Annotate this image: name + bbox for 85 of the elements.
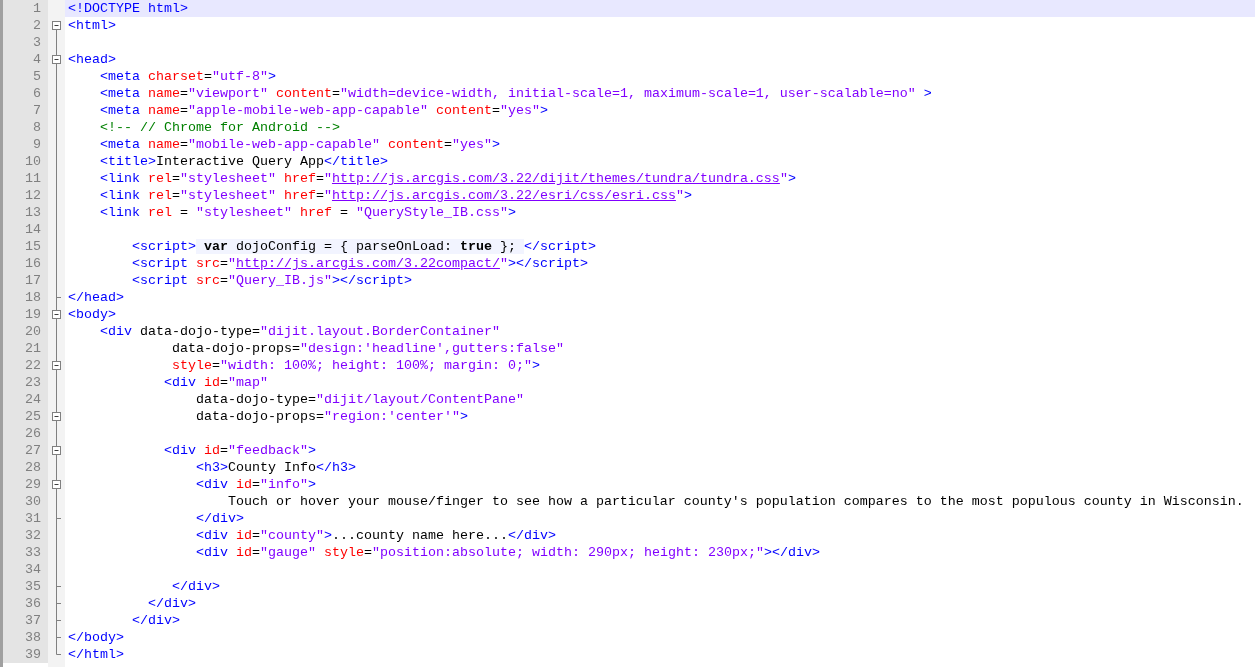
code-line: </div> [194, 511, 244, 526]
code-line: <h3>County Info</h3> [194, 460, 356, 475]
line-number: 3 [3, 34, 48, 51]
line-number: 20 [3, 323, 48, 340]
line-number: 9 [3, 136, 48, 153]
line-number: 31 [3, 510, 48, 527]
line-number: 17 [3, 272, 48, 289]
code-line: <script src="Query_IB.js"></script> [131, 273, 412, 288]
line-number: 13 [3, 204, 48, 221]
fold-collapse-icon[interactable] [52, 21, 61, 34]
line-number: 5 [3, 68, 48, 85]
code-line: <link rel="stylesheet" href="http://js.arcgis.com/3.22/dijit/themes/tundra/tundra.css"> [99, 171, 796, 186]
code-line: <!-- // Chrome for Android --> [99, 120, 340, 135]
line-number: 35 [3, 578, 48, 595]
line-number: 7 [3, 102, 48, 119]
code-line: <link rel = "stylesheet" href = "QueryStyle_IB.css"> [99, 205, 516, 220]
code-line: <link rel="stylesheet" href="http://js.arcgis.com/3.22/esri/css/esri.css"> [99, 188, 692, 203]
fold-collapse-icon[interactable] [52, 408, 61, 425]
code-line: </body> [68, 630, 124, 645]
fold-collapse-icon[interactable] [52, 306, 61, 323]
code-line: <script> var dojoConfig = { parseOnLoad: true }; </script> [131, 239, 596, 254]
line-number: 29 [3, 476, 48, 493]
line-number: 2 [3, 17, 48, 34]
code-line: <div id="feedback"> [162, 443, 316, 458]
line-number: 28 [3, 459, 48, 476]
line-number: 16 [3, 255, 48, 272]
code-line: <title>Interactive Query App</title> [99, 154, 388, 169]
line-number: 38 [3, 629, 48, 646]
code-line: </head> [68, 290, 124, 305]
code-line: <div id="county">...county name here...</div> [194, 528, 556, 543]
line-number: 22 [3, 357, 48, 374]
code-line: <meta name="viewport" content="width=device-width, initial-scale=1, maximum-scale=1, user-scalable=no" > [99, 86, 932, 101]
code-line: data-dojo-props="design:'headline',gutters:false" [170, 341, 564, 356]
line-number: 19 [3, 306, 48, 323]
code-line: data-dojo-props="region:'center'"> [194, 409, 468, 424]
code-line: <body> [68, 307, 116, 322]
code-line: Touch or hover your mouse/finger to see how a particular county's population compares to the most populous county in Wisconsin. [226, 494, 1244, 509]
code-line: <meta charset="utf-8"> [99, 69, 276, 84]
line-number: 32 [3, 527, 48, 544]
line-number: 25 [3, 408, 48, 425]
fold-collapse-icon[interactable] [52, 442, 61, 459]
code-line: </div> [170, 579, 220, 594]
code-line: </html> [68, 647, 124, 662]
line-number: 1 [3, 0, 48, 17]
fold-guide-line [56, 493, 57, 510]
code-line: <meta name="apple-mobile-web-app-capable" content="yes"> [99, 103, 548, 118]
fold-guide-line [56, 34, 57, 51]
line-number: 4 [3, 51, 48, 68]
line-number: 33 [3, 544, 48, 561]
code-line: data-dojo-type="dijit/layout/ContentPane" [194, 392, 524, 407]
line-number: 8 [3, 119, 48, 136]
code-line: <html> [68, 18, 116, 33]
fold-collapse-icon[interactable] [52, 357, 61, 374]
code-line: <head> [68, 52, 116, 67]
line-number: 21 [3, 340, 48, 357]
code-line: <div id="gauge" style="position:absolute; width: 290px; height: 230px;"></div> [194, 545, 820, 560]
fold-collapse-icon[interactable] [52, 51, 61, 68]
code-line: <script src="http://js.arcgis.com/3.22compact/"></script> [131, 256, 588, 271]
code-line: <meta name="mobile-web-app-capable" content="yes"> [99, 137, 500, 152]
code-line: <!DOCTYPE html> [68, 1, 188, 16]
code-line: style="width: 100%; height: 100%; margin: 0;"> [170, 358, 540, 373]
line-number: 24 [3, 391, 48, 408]
line-number: 27 [3, 442, 48, 459]
fold-collapse-icon[interactable] [52, 476, 61, 493]
line-number: 15 [3, 238, 48, 255]
line-number: 39 [3, 646, 48, 663]
line-number: 23 [3, 374, 48, 391]
line-number: 6 [3, 85, 48, 102]
code-line: <div data-dojo-type="dijit.layout.BorderContainer" [99, 324, 500, 339]
fold-guide-line [56, 425, 57, 442]
code-line: <div id="info"> [194, 477, 316, 492]
line-number: 34 [3, 561, 48, 578]
line-number: 36 [3, 595, 48, 612]
line-number: 37 [3, 612, 48, 629]
line-number: 11 [3, 170, 48, 187]
line-number: 10 [3, 153, 48, 170]
code-line: </div> [131, 613, 180, 628]
line-number: 14 [3, 221, 48, 238]
code-line: </div> [146, 596, 196, 611]
fold-guide-line [56, 459, 57, 476]
line-number: 18 [3, 289, 48, 306]
code-line: <div id="map" [162, 375, 268, 390]
line-number: 12 [3, 187, 48, 204]
line-number: 30 [3, 493, 48, 510]
line-number: 26 [3, 425, 48, 442]
